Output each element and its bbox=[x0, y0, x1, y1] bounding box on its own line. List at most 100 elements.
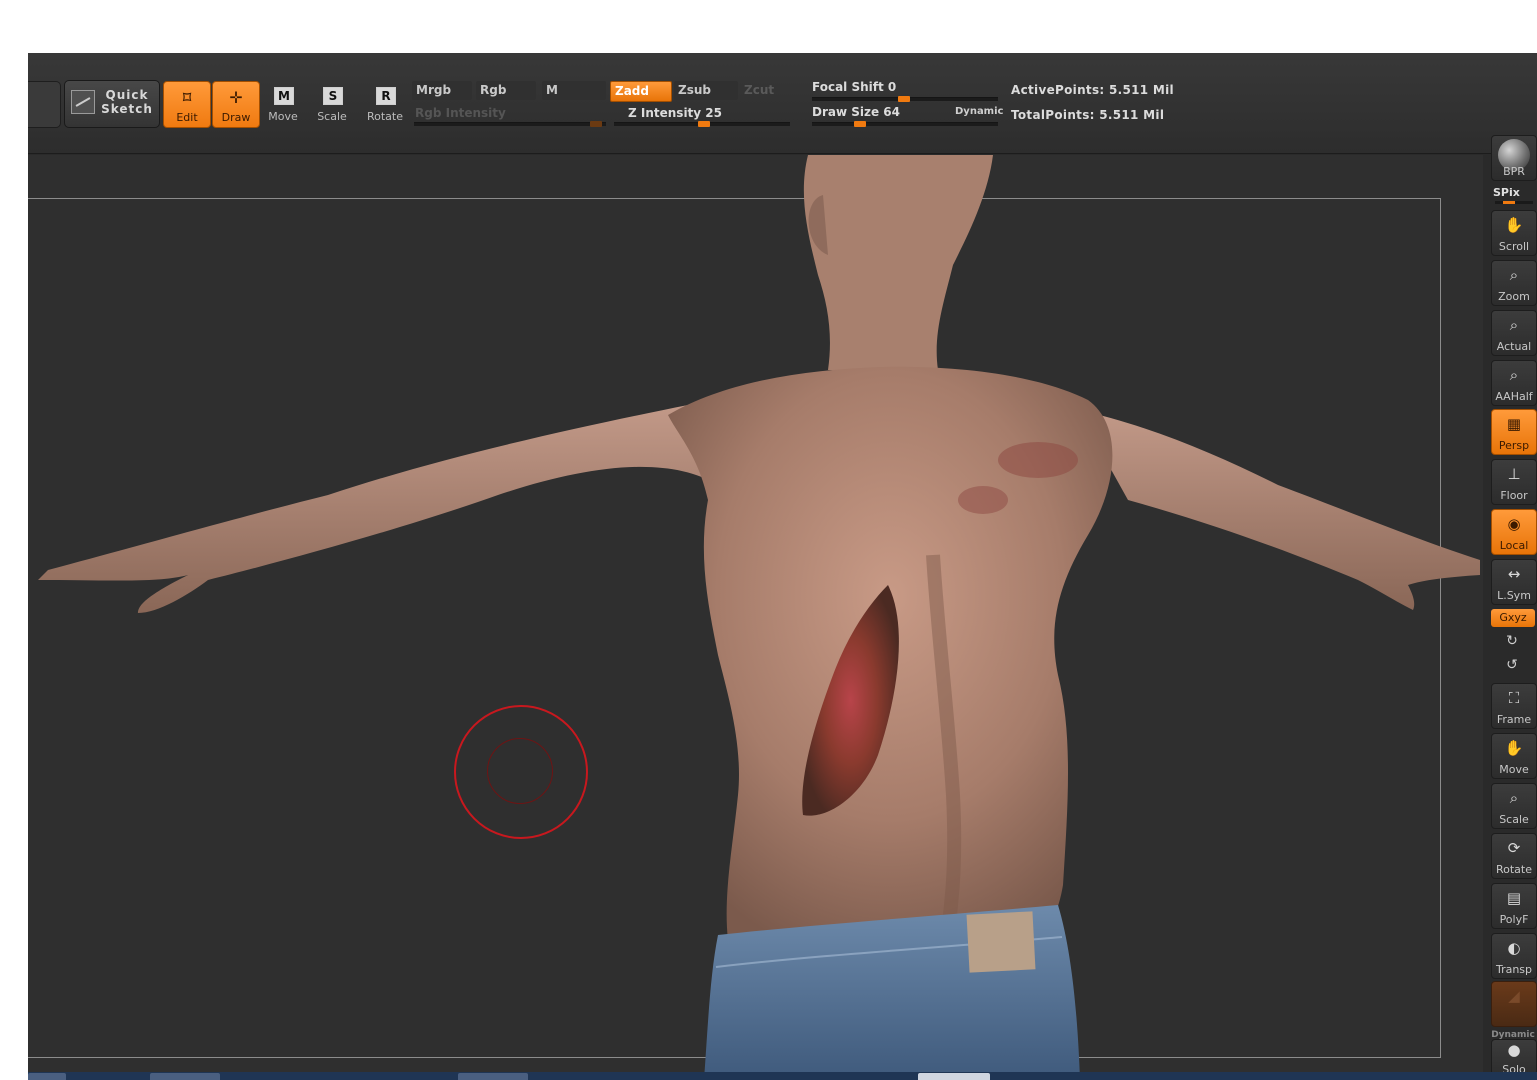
scroll-button[interactable]: ✋ Scroll bbox=[1491, 210, 1537, 256]
quick-sketch-label: Quick Sketch bbox=[101, 88, 153, 116]
spix-slider[interactable] bbox=[1495, 201, 1533, 204]
rgb-intensity-slider[interactable] bbox=[414, 121, 606, 127]
scale-view-button[interactable]: ⌕ Scale bbox=[1491, 783, 1537, 829]
active-points-readout: ActivePoints: 5.511 Mil bbox=[1011, 83, 1174, 97]
edit-label: Edit bbox=[176, 111, 198, 124]
zcut-button[interactable]: Zcut bbox=[740, 81, 796, 100]
persp-button[interactable]: ▦ Persp bbox=[1491, 409, 1537, 455]
transp-button[interactable]: ◐ Transp bbox=[1491, 933, 1537, 979]
spix-label: SPix bbox=[1493, 186, 1520, 199]
lsym-button[interactable]: ↔ L.Sym bbox=[1491, 559, 1537, 605]
focal-shift-slider[interactable] bbox=[812, 96, 998, 102]
taskbar-item-active[interactable] bbox=[918, 1073, 990, 1080]
frame-label: Frame bbox=[1496, 713, 1532, 726]
magnifier-icon: ⌕ bbox=[1509, 316, 1519, 334]
actual-label: Actual bbox=[1496, 340, 1532, 353]
zoom-label: Zoom bbox=[1498, 290, 1530, 303]
rgb-intensity-knob[interactable] bbox=[590, 121, 602, 127]
right-shelf: BPR SPix ✋ Scroll ⌕ Zoom ⌕ Actual ⌕ AAHa… bbox=[1489, 135, 1537, 1080]
local-button[interactable]: ◉ Local bbox=[1491, 509, 1537, 555]
move-view-button[interactable]: ✋ Move bbox=[1491, 733, 1537, 779]
ghost-button[interactable]: ◢ bbox=[1491, 981, 1537, 1027]
move-label: Move bbox=[268, 110, 298, 123]
collapsed-palette-tab[interactable] bbox=[28, 81, 61, 128]
os-taskbar bbox=[28, 1072, 1537, 1080]
move-button[interactable]: M Move bbox=[260, 81, 306, 126]
solo-icon: ● bbox=[1507, 1041, 1521, 1059]
total-points-readout: TotalPoints: 5.511 Mil bbox=[1011, 108, 1165, 122]
shoulder-bruise-2 bbox=[958, 486, 1008, 514]
dynamic-toggle[interactable]: Dynamic bbox=[955, 106, 1003, 117]
rotate-view-label: Rotate bbox=[1495, 863, 1532, 876]
transparency-icon: ◐ bbox=[1507, 939, 1521, 957]
xyz-rotate-button[interactable]: Gxyz bbox=[1491, 609, 1535, 627]
actual-button[interactable]: ⌕ Actual bbox=[1491, 310, 1537, 356]
head bbox=[803, 155, 993, 370]
rgb-intensity-label: Rgb Intensity bbox=[415, 106, 506, 120]
aahalf-button[interactable]: ⌕ AAHalf bbox=[1491, 360, 1537, 406]
local-icon: ◉ bbox=[1507, 515, 1521, 533]
rotate-button[interactable]: R Rotate bbox=[362, 81, 408, 126]
symmetry-icon: ↔ bbox=[1507, 565, 1521, 583]
scale-icon: S bbox=[323, 87, 343, 105]
scale-button[interactable]: S Scale bbox=[309, 81, 355, 126]
scroll-label: Scroll bbox=[1498, 240, 1530, 253]
floor-label: Floor bbox=[1500, 489, 1528, 502]
aahalf-label: AAHalf bbox=[1495, 390, 1533, 403]
bpr-button[interactable]: BPR bbox=[1491, 135, 1537, 181]
magnifier-icon: ⌕ bbox=[1509, 366, 1519, 384]
rotate-icon: ⟳ bbox=[1507, 839, 1521, 857]
zombie-torso-model[interactable] bbox=[28, 155, 1483, 1080]
frame-icon: ⛶ bbox=[1508, 689, 1520, 707]
rotate-icon: R bbox=[376, 87, 396, 105]
polyf-label: PolyF bbox=[1499, 913, 1529, 926]
focal-shift-label: Focal Shift 0 bbox=[812, 80, 897, 94]
y-rotate-icon[interactable]: ↻ bbox=[1503, 633, 1521, 651]
move-view-label: Move bbox=[1499, 763, 1529, 776]
draw-button[interactable]: ✛ Draw bbox=[212, 81, 260, 128]
floor-icon: ⊥ bbox=[1507, 465, 1521, 483]
z-intensity-knob[interactable] bbox=[698, 121, 710, 127]
scale-label: Scale bbox=[317, 110, 347, 123]
frame-button[interactable]: ⛶ Frame bbox=[1491, 683, 1537, 729]
left-arm bbox=[38, 405, 718, 613]
hand-icon: ✋ bbox=[1504, 739, 1524, 757]
z-intensity-label: Z Intensity 25 bbox=[628, 106, 722, 120]
taskbar-item[interactable] bbox=[458, 1073, 528, 1080]
rgb-button[interactable]: Rgb bbox=[476, 81, 536, 100]
draw-size-label: Draw Size 64 bbox=[812, 105, 900, 119]
zsub-button[interactable]: Zsub bbox=[674, 81, 738, 100]
jeans-leather-patch bbox=[966, 911, 1036, 973]
local-label: Local bbox=[1499, 539, 1529, 552]
draw-size-slider[interactable] bbox=[812, 121, 998, 127]
focal-shift-knob[interactable] bbox=[898, 96, 910, 102]
draw-size-knob[interactable] bbox=[854, 121, 866, 127]
z-rotate-icon[interactable]: ↺ bbox=[1503, 657, 1521, 675]
zoom-button[interactable]: ⌕ Zoom bbox=[1491, 260, 1537, 306]
persp-label: Persp bbox=[1498, 439, 1530, 452]
rotate-view-button[interactable]: ⟳ Rotate bbox=[1491, 833, 1537, 879]
quick-sketch-button[interactable]: Quick Sketch bbox=[64, 80, 160, 128]
scale-view-label: Scale bbox=[1499, 813, 1529, 826]
taskbar-item[interactable] bbox=[150, 1073, 220, 1080]
brush-cursor bbox=[454, 705, 588, 839]
polyf-button[interactable]: ▤ PolyF bbox=[1491, 883, 1537, 929]
bpr-label: BPR bbox=[1503, 165, 1525, 178]
mrgb-button[interactable]: Mrgb bbox=[412, 81, 472, 100]
magnifier-icon: ⌕ bbox=[1509, 266, 1519, 284]
floor-button[interactable]: ⊥ Floor bbox=[1491, 459, 1537, 505]
draw-label: Draw bbox=[221, 111, 251, 124]
shoulder-bruise bbox=[998, 442, 1078, 478]
taskbar-item[interactable] bbox=[28, 1073, 66, 1080]
document-canvas[interactable] bbox=[28, 155, 1483, 1080]
z-intensity-slider[interactable] bbox=[614, 121, 790, 127]
edit-icon: ⌑ bbox=[182, 88, 192, 107]
zbrush-window: Quick Sketch ⌑ Edit ✛ Draw M Move S Scal… bbox=[28, 53, 1537, 1080]
draw-icon: ✛ bbox=[229, 88, 243, 107]
edit-button[interactable]: ⌑ Edit bbox=[163, 81, 211, 128]
zadd-button[interactable]: Zadd bbox=[610, 81, 672, 102]
ghost-icon: ◢ bbox=[1508, 987, 1520, 1005]
m-button[interactable]: M bbox=[542, 81, 606, 100]
transp-label: Transp bbox=[1495, 963, 1533, 976]
polyframe-icon: ▤ bbox=[1506, 889, 1522, 907]
